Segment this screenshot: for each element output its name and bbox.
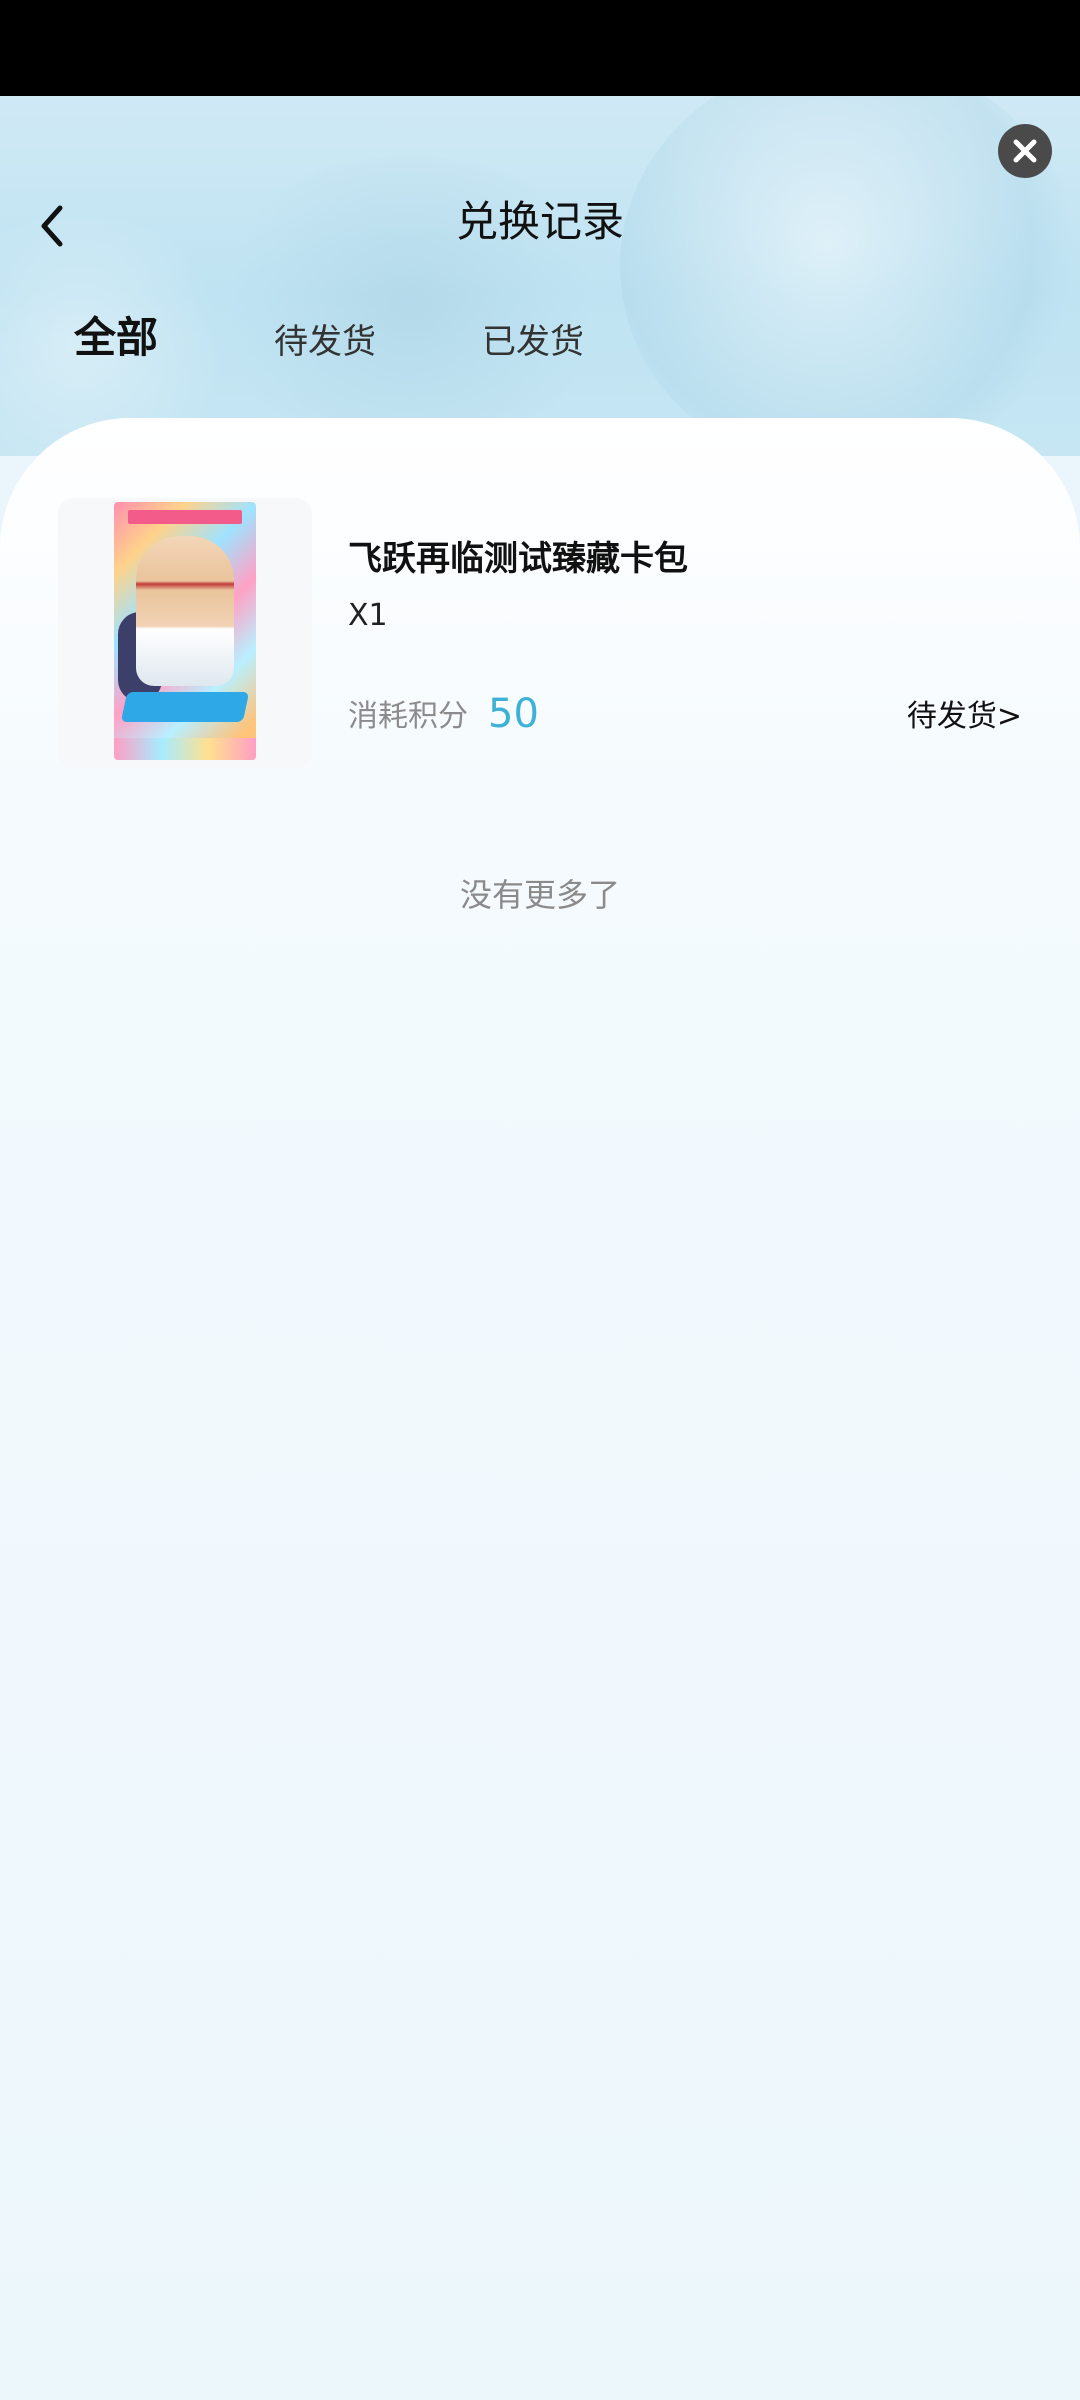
header-background-art [0,96,1080,456]
record-title: 飞跃再临测试臻藏卡包 [348,539,688,579]
tab-pending-shipment[interactable]: 待发货 [274,312,376,372]
card-pack-banner [128,510,242,524]
status-bar [0,0,1080,96]
points-cost-value: 50 [488,691,539,737]
card-pack-character [136,536,234,686]
record-item[interactable]: 飞跃再临测试臻藏卡包 X1 消耗积分 50 待发货> [0,498,1080,768]
close-button[interactable] [998,124,1052,178]
card-pack-image [114,502,256,760]
points-cost-label: 消耗积分 [348,699,468,734]
card-pack-logo [120,692,250,722]
product-thumbnail [58,498,312,768]
record-quantity: X1 [348,598,388,633]
close-icon [1013,139,1037,163]
page-title: 兑换记录 [455,197,624,246]
tab-bar: 全部 待发货 已发货 [0,312,1080,372]
card-pack-foil-edge [114,738,256,760]
record-status-link[interactable]: 待发货> [907,692,1022,742]
records-panel: 飞跃再临测试臻藏卡包 X1 消耗积分 50 待发货> 没有更多了 [0,418,1080,2400]
tab-shipped[interactable]: 已发货 [482,312,584,372]
list-end-text: 没有更多了 [459,876,620,914]
tab-all[interactable]: 全部 [74,308,158,368]
